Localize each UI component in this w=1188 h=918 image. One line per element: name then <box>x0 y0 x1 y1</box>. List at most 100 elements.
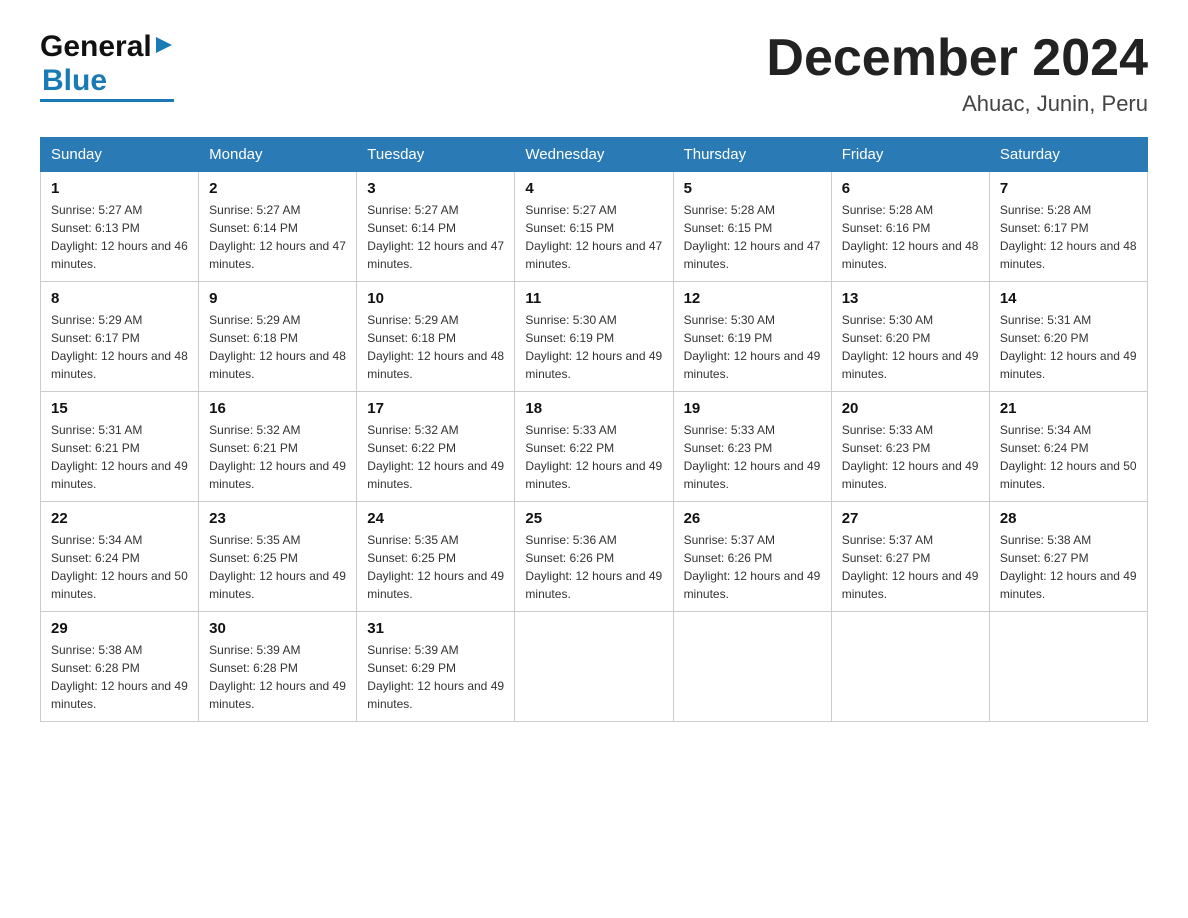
header-sunday: Sunday <box>41 138 199 172</box>
day-number: 29 <box>51 620 188 637</box>
header-monday: Monday <box>199 138 357 172</box>
day-info: Sunrise: 5:29 AMSunset: 6:17 PMDaylight:… <box>51 311 188 383</box>
calendar-cell: 3 Sunrise: 5:27 AMSunset: 6:14 PMDaylight… <box>357 172 515 282</box>
day-info: Sunrise: 5:28 AMSunset: 6:15 PMDaylight:… <box>684 201 821 273</box>
calendar-week-row: 1 Sunrise: 5:27 AMSunset: 6:13 PMDaylight… <box>41 172 1148 282</box>
day-number: 13 <box>842 290 979 307</box>
calendar-cell: 1 Sunrise: 5:27 AMSunset: 6:13 PMDaylight… <box>41 172 199 282</box>
calendar-cell: 6 Sunrise: 5:28 AMSunset: 6:16 PMDaylight… <box>831 172 989 282</box>
calendar-week-row: 15Sunrise: 5:31 AMSunset: 6:21 PMDayligh… <box>41 392 1148 502</box>
day-number: 1 <box>51 180 188 197</box>
calendar-cell: 17Sunrise: 5:32 AMSunset: 6:22 PMDayligh… <box>357 392 515 502</box>
day-info: Sunrise: 5:37 AMSunset: 6:27 PMDaylight:… <box>842 531 979 603</box>
calendar-cell: 12 Sunrise: 5:30 AMSunset: 6:19 PMDayligh… <box>673 282 831 392</box>
day-info: Sunrise: 5:39 AMSunset: 6:29 PMDaylight:… <box>367 641 504 713</box>
calendar-cell: 27Sunrise: 5:37 AMSunset: 6:27 PMDayligh… <box>831 502 989 612</box>
calendar-cell: 23 Sunrise: 5:35 AMSunset: 6:25 PMDayligh… <box>199 502 357 612</box>
day-info: Sunrise: 5:30 AMSunset: 6:20 PMDaylight:… <box>842 311 979 383</box>
calendar-cell: 18Sunrise: 5:33 AMSunset: 6:22 PMDayligh… <box>515 392 673 502</box>
calendar-header-row: SundayMondayTuesdayWednesdayThursdayFrid… <box>41 138 1148 172</box>
header-wednesday: Wednesday <box>515 138 673 172</box>
day-info: Sunrise: 5:29 AMSunset: 6:18 PMDaylight:… <box>209 311 346 383</box>
calendar-table: SundayMondayTuesdayWednesdayThursdayFrid… <box>40 137 1148 722</box>
day-number: 24 <box>367 510 504 527</box>
calendar-cell: 14 Sunrise: 5:31 AMSunset: 6:20 PMDayligh… <box>989 282 1147 392</box>
calendar-cell: 7Sunrise: 5:28 AMSunset: 6:17 PMDaylight… <box>989 172 1147 282</box>
calendar-cell: 28 Sunrise: 5:38 AMSunset: 6:27 PMDayligh… <box>989 502 1147 612</box>
calendar-cell: 9 Sunrise: 5:29 AMSunset: 6:18 PMDaylight… <box>199 282 357 392</box>
page-header: General Blue December 2024 Ahuac, Junin,… <box>40 30 1148 117</box>
day-info: Sunrise: 5:31 AMSunset: 6:21 PMDaylight:… <box>51 421 188 493</box>
location-text: Ahuac, Junin, Peru <box>766 91 1148 117</box>
header-thursday: Thursday <box>673 138 831 172</box>
day-number: 31 <box>367 620 504 637</box>
calendar-cell: 25Sunrise: 5:36 AMSunset: 6:26 PMDayligh… <box>515 502 673 612</box>
calendar-cell: 21Sunrise: 5:34 AMSunset: 6:24 PMDayligh… <box>989 392 1147 502</box>
day-info: Sunrise: 5:34 AMSunset: 6:24 PMDaylight:… <box>51 531 188 603</box>
day-number: 28 <box>1000 510 1137 527</box>
calendar-cell: 4Sunrise: 5:27 AMSunset: 6:15 PMDaylight… <box>515 172 673 282</box>
day-info: Sunrise: 5:33 AMSunset: 6:23 PMDaylight:… <box>684 421 821 493</box>
day-info: Sunrise: 5:32 AMSunset: 6:22 PMDaylight:… <box>367 421 504 493</box>
day-number: 22 <box>51 510 188 527</box>
day-info: Sunrise: 5:27 AMSunset: 6:13 PMDaylight:… <box>51 201 188 273</box>
day-number: 12 <box>684 290 821 307</box>
day-info: Sunrise: 5:38 AMSunset: 6:28 PMDaylight:… <box>51 641 188 713</box>
day-number: 26 <box>684 510 821 527</box>
logo-arrow-icon <box>154 35 174 60</box>
calendar-week-row: 8 Sunrise: 5:29 AMSunset: 6:17 PMDaylight… <box>41 282 1148 392</box>
day-number: 19 <box>684 400 821 417</box>
day-info: Sunrise: 5:33 AMSunset: 6:23 PMDaylight:… <box>842 421 979 493</box>
logo-blue-text: Blue <box>42 64 107 97</box>
calendar-cell: 15Sunrise: 5:31 AMSunset: 6:21 PMDayligh… <box>41 392 199 502</box>
day-number: 6 <box>842 180 979 197</box>
header-friday: Friday <box>831 138 989 172</box>
day-info: Sunrise: 5:30 AMSunset: 6:19 PMDaylight:… <box>684 311 821 383</box>
day-number: 5 <box>684 180 821 197</box>
calendar-cell: 5 Sunrise: 5:28 AMSunset: 6:15 PMDaylight… <box>673 172 831 282</box>
calendar-cell: 10Sunrise: 5:29 AMSunset: 6:18 PMDayligh… <box>357 282 515 392</box>
logo-underline <box>40 99 174 102</box>
calendar-cell: 13 Sunrise: 5:30 AMSunset: 6:20 PMDayligh… <box>831 282 989 392</box>
day-number: 14 <box>1000 290 1137 307</box>
day-info: Sunrise: 5:39 AMSunset: 6:28 PMDaylight:… <box>209 641 346 713</box>
day-info: Sunrise: 5:30 AMSunset: 6:19 PMDaylight:… <box>525 311 662 383</box>
calendar-cell: 30Sunrise: 5:39 AMSunset: 6:28 PMDayligh… <box>199 612 357 722</box>
calendar-cell: 20Sunrise: 5:33 AMSunset: 6:23 PMDayligh… <box>831 392 989 502</box>
logo-general-text: General <box>40 30 152 64</box>
calendar-cell: 16 Sunrise: 5:32 AMSunset: 6:21 PMDayligh… <box>199 392 357 502</box>
day-number: 4 <box>525 180 662 197</box>
day-info: Sunrise: 5:27 AMSunset: 6:14 PMDaylight:… <box>209 201 346 273</box>
calendar-cell: 2 Sunrise: 5:27 AMSunset: 6:14 PMDaylight… <box>199 172 357 282</box>
day-info: Sunrise: 5:29 AMSunset: 6:18 PMDaylight:… <box>367 311 504 383</box>
calendar-cell: 22 Sunrise: 5:34 AMSunset: 6:24 PMDayligh… <box>41 502 199 612</box>
day-info: Sunrise: 5:35 AMSunset: 6:25 PMDaylight:… <box>209 531 346 603</box>
calendar-week-row: 29 Sunrise: 5:38 AMSunset: 6:28 PMDayligh… <box>41 612 1148 722</box>
day-number: 23 <box>209 510 346 527</box>
day-info: Sunrise: 5:33 AMSunset: 6:22 PMDaylight:… <box>525 421 662 493</box>
day-info: Sunrise: 5:28 AMSunset: 6:16 PMDaylight:… <box>842 201 979 273</box>
title-section: December 2024 Ahuac, Junin, Peru <box>766 30 1148 117</box>
day-number: 7 <box>1000 180 1137 197</box>
day-number: 16 <box>209 400 346 417</box>
day-info: Sunrise: 5:31 AMSunset: 6:20 PMDaylight:… <box>1000 311 1137 383</box>
calendar-cell: 11 Sunrise: 5:30 AMSunset: 6:19 PMDayligh… <box>515 282 673 392</box>
day-info: Sunrise: 5:32 AMSunset: 6:21 PMDaylight:… <box>209 421 346 493</box>
day-info: Sunrise: 5:37 AMSunset: 6:26 PMDaylight:… <box>684 531 821 603</box>
header-tuesday: Tuesday <box>357 138 515 172</box>
calendar-cell: 31 Sunrise: 5:39 AMSunset: 6:29 PMDayligh… <box>357 612 515 722</box>
month-title: December 2024 <box>766 30 1148 87</box>
day-number: 9 <box>209 290 346 307</box>
day-number: 8 <box>51 290 188 307</box>
day-info: Sunrise: 5:38 AMSunset: 6:27 PMDaylight:… <box>1000 531 1137 603</box>
day-number: 11 <box>525 290 662 307</box>
day-number: 2 <box>209 180 346 197</box>
calendar-cell <box>515 612 673 722</box>
calendar-cell <box>989 612 1147 722</box>
day-number: 3 <box>367 180 504 197</box>
day-info: Sunrise: 5:36 AMSunset: 6:26 PMDaylight:… <box>525 531 662 603</box>
day-info: Sunrise: 5:27 AMSunset: 6:14 PMDaylight:… <box>367 201 504 273</box>
calendar-cell <box>831 612 989 722</box>
day-info: Sunrise: 5:34 AMSunset: 6:24 PMDaylight:… <box>1000 421 1137 493</box>
logo: General Blue <box>40 30 174 102</box>
